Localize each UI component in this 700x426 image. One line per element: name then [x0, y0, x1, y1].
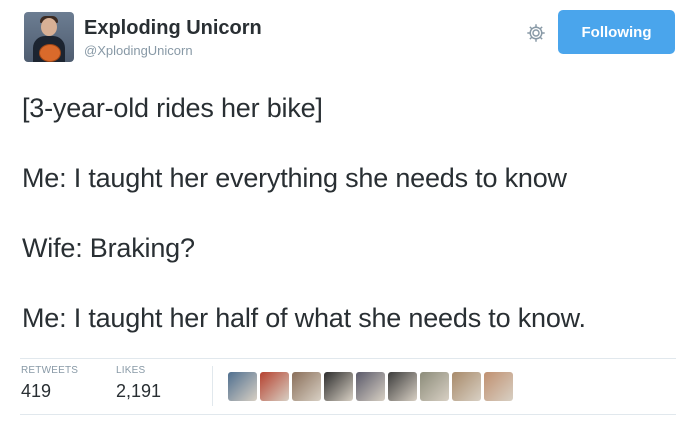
tweet-text-line: Me: I taught her half of what she needs …: [22, 303, 586, 333]
liker-avatar[interactable]: [228, 372, 257, 401]
avatar[interactable]: [24, 12, 74, 62]
likes-count: 2,191: [116, 381, 162, 401]
likes-stat[interactable]: LIKES 2,191: [116, 365, 161, 402]
stats-divider-bottom: [20, 414, 676, 415]
avatar-face: [41, 18, 57, 36]
liker-avatar[interactable]: [420, 372, 449, 401]
gear-icon[interactable]: [525, 22, 547, 44]
liker-avatar[interactable]: [324, 372, 353, 401]
following-button[interactable]: Following: [558, 10, 675, 54]
liker-avatars: [228, 372, 513, 401]
liker-avatar[interactable]: [452, 372, 481, 401]
liker-avatar[interactable]: [356, 372, 385, 401]
author-name[interactable]: Exploding Unicorn: [84, 17, 262, 40]
tweet-text-line: [3-year-old rides her bike]: [22, 93, 323, 123]
liker-avatar[interactable]: [484, 372, 513, 401]
retweets-label: RETWEETS: [21, 365, 79, 376]
liker-avatar[interactable]: [260, 372, 289, 401]
liker-avatar[interactable]: [388, 372, 417, 401]
likes-label: LIKES: [116, 365, 146, 376]
tweet-text-line: Wife: Braking?: [22, 233, 195, 263]
liker-avatar[interactable]: [292, 372, 321, 401]
retweets-stat[interactable]: RETWEETS 419: [21, 365, 78, 402]
tweet-card: Exploding Unicorn @XplodingUnicorn Follo…: [0, 0, 700, 426]
tweet-text-line: Me: I taught her everything she needs to…: [22, 163, 567, 193]
avatar-ball: [39, 44, 61, 62]
author-handle[interactable]: @XplodingUnicorn: [84, 43, 193, 58]
stats-divider-top: [20, 358, 676, 359]
retweets-count: 419: [21, 381, 52, 401]
stats-separator: [212, 366, 213, 406]
